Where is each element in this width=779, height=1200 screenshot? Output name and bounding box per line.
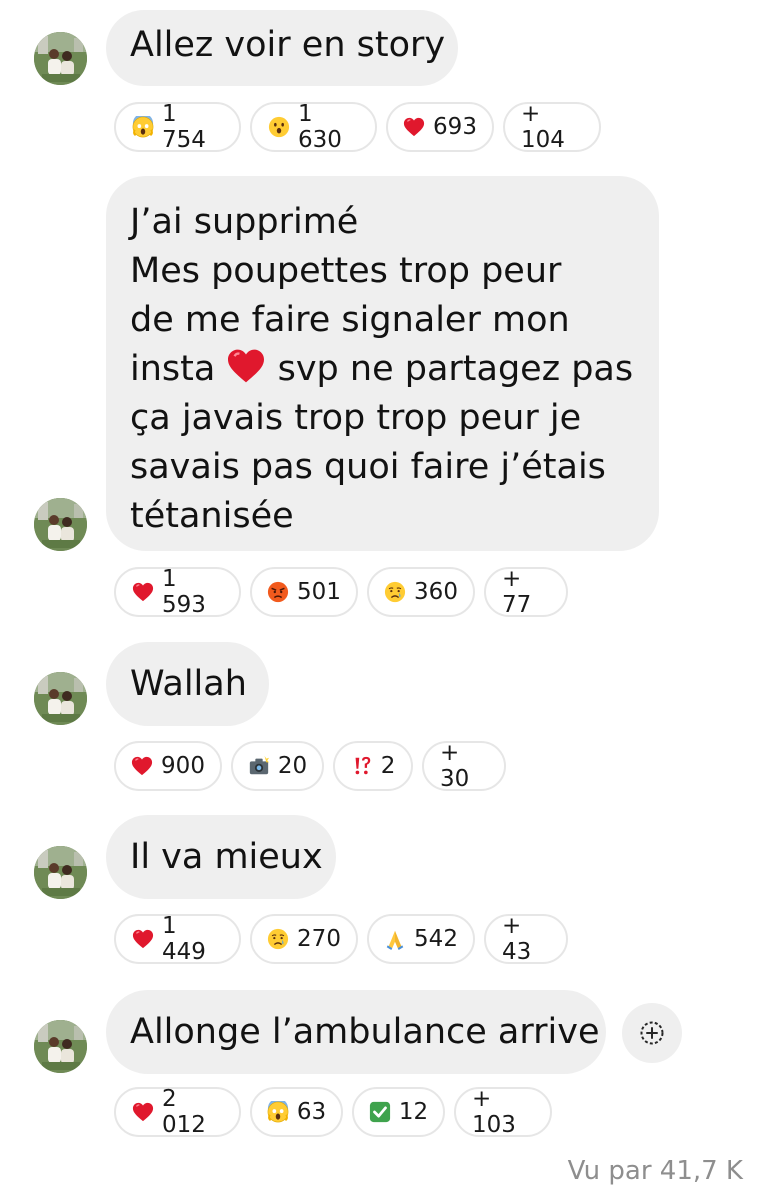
avatar[interactable] <box>34 1020 87 1073</box>
red-heart-icon <box>131 755 153 777</box>
message-line-with-emoji: insta svp ne partagez pas <box>130 345 635 394</box>
reaction-count: 1 593 <box>162 566 206 618</box>
folded-hands-icon <box>384 928 406 950</box>
reaction-bar: 2 012 63 12 + 103 <box>114 1086 552 1138</box>
reaction-pill-heart[interactable]: 900 <box>114 741 222 791</box>
reaction-pill-more[interactable]: + 103 <box>454 1086 552 1138</box>
reaction-count: 63 <box>296 1099 327 1125</box>
reaction-bar: 1 754 1 630 693 + 104 <box>114 101 601 153</box>
crying-face-icon <box>267 928 289 950</box>
red-heart-icon <box>132 1101 154 1123</box>
reaction-count: 2 012 <box>162 1086 206 1138</box>
message-bubble[interactable]: Il va mieux <box>106 815 336 899</box>
reaction-pill-angry[interactable]: 501 <box>250 567 358 617</box>
reaction-pill-heart[interactable]: 693 <box>386 102 494 152</box>
reaction-pill-camera[interactable]: 20 <box>231 741 324 791</box>
add-reaction-button[interactable] <box>622 1003 682 1063</box>
reaction-pill-crying[interactable]: 270 <box>250 914 358 964</box>
reaction-bar: 1 449 270 542 + 43 <box>114 913 568 965</box>
check-mark-button-icon <box>369 1101 391 1123</box>
reaction-bar: 1 593 501 360 + 77 <box>114 566 568 618</box>
reaction-pill-exclamation-question[interactable]: 2 <box>333 741 413 791</box>
reaction-pill-scream[interactable]: 1 754 <box>114 101 241 153</box>
message-line: savais pas quoi faire j’étais <box>130 447 606 487</box>
message-bubble[interactable]: Allonge l’ambulance arrive <box>106 990 606 1074</box>
message-line: de me faire signaler mon <box>130 300 570 340</box>
red-heart-icon <box>132 928 154 950</box>
message-bubble[interactable]: Wallah <box>106 642 269 726</box>
reaction-count: 270 <box>297 926 341 952</box>
avatar[interactable] <box>34 32 87 85</box>
message-bubble[interactable]: J’ai supprimé Mes poupettes trop peur de… <box>106 176 659 551</box>
reaction-more-count: + 103 <box>472 1086 516 1138</box>
message-line: Mes poupettes trop peur <box>130 251 562 291</box>
reaction-pill-check[interactable]: 12 <box>352 1087 445 1137</box>
message-bubble[interactable]: Allez voir en story <box>106 10 458 86</box>
crying-face-icon <box>384 581 406 603</box>
face-open-mouth-icon <box>268 116 290 138</box>
reaction-pill-heart[interactable]: 1 449 <box>114 913 241 965</box>
message-text: svp ne partagez pas <box>277 349 634 389</box>
message-line: J’ai supprimé <box>130 202 359 242</box>
reaction-more-count: + 104 <box>521 101 565 153</box>
exclamation-question-icon <box>351 755 373 777</box>
face-screaming-icon <box>132 116 154 138</box>
reaction-count: 501 <box>297 579 341 605</box>
reaction-count: 2 <box>380 753 396 779</box>
reaction-count: 20 <box>277 753 308 779</box>
avatar[interactable] <box>34 846 87 899</box>
reaction-more-count: + 77 <box>502 566 532 618</box>
reaction-count: 900 <box>161 753 205 779</box>
reaction-pill-more[interactable]: + 104 <box>503 101 601 153</box>
reaction-count: 693 <box>433 114 477 140</box>
message-line: ça javais trop trop peur je <box>130 398 582 438</box>
message-text: insta <box>130 349 216 389</box>
reaction-pill-scream[interactable]: 63 <box>250 1087 343 1137</box>
reaction-count: 1 449 <box>162 913 206 965</box>
reaction-pill-more[interactable]: + 77 <box>484 566 568 618</box>
reaction-pill-heart[interactable]: 1 593 <box>114 566 241 618</box>
reaction-count: 12 <box>398 1099 429 1125</box>
camera-flash-icon <box>248 755 270 777</box>
avatar[interactable] <box>34 498 87 551</box>
face-screaming-icon <box>267 1101 289 1123</box>
reaction-pill-crying[interactable]: 360 <box>367 567 475 617</box>
reaction-pill-open-mouth[interactable]: 1 630 <box>250 101 377 153</box>
message-text: Wallah <box>130 664 247 704</box>
message-line: tétanisée <box>130 496 294 536</box>
message-text: Allonge l’ambulance arrive <box>130 1012 600 1052</box>
reaction-pill-heart[interactable]: 2 012 <box>114 1086 241 1138</box>
reaction-pill-more[interactable]: + 43 <box>484 913 568 965</box>
add-reaction-icon <box>640 1021 664 1045</box>
reaction-more-count: + 43 <box>502 913 532 965</box>
reaction-pill-folded-hands[interactable]: 542 <box>367 914 475 964</box>
reaction-count: 542 <box>414 926 458 952</box>
seen-by-count: Vu par 41,7 K <box>567 1156 743 1186</box>
reaction-count: 1 630 <box>298 101 342 153</box>
red-heart-icon <box>132 581 154 603</box>
message-text: Allez voir en story <box>130 25 446 65</box>
reaction-pill-more[interactable]: + 30 <box>422 740 506 792</box>
red-heart-icon <box>226 348 266 384</box>
reaction-bar: 900 20 2 + 30 <box>114 740 506 792</box>
red-heart-icon <box>403 116 425 138</box>
reaction-count: 360 <box>414 579 458 605</box>
reaction-more-count: + 30 <box>440 740 470 792</box>
message-text: Il va mieux <box>130 837 323 877</box>
reaction-count: 1 754 <box>162 101 206 153</box>
angry-face-icon <box>267 581 289 603</box>
avatar[interactable] <box>34 672 87 725</box>
